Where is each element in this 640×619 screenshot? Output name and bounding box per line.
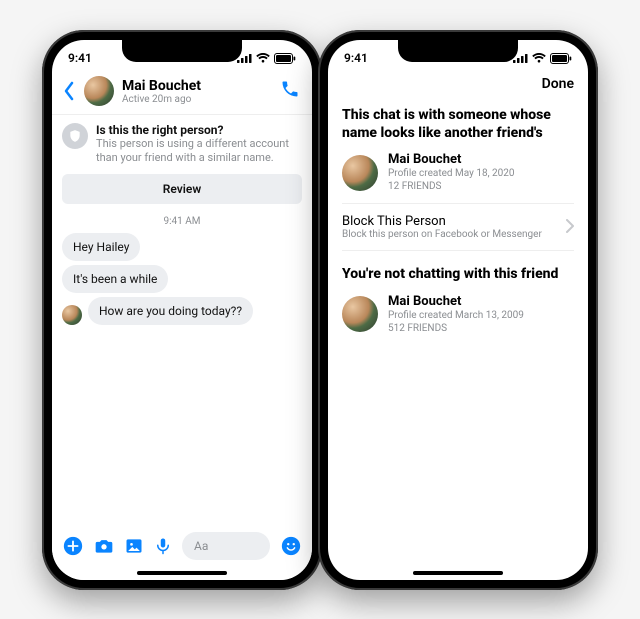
chat-header: Mai Bouchet Active 20m ago bbox=[52, 70, 312, 115]
notch bbox=[122, 40, 242, 62]
message-row: How are you doing today?? bbox=[62, 297, 302, 325]
person-row[interactable]: Mai Bouchet Profile created May 18, 2020… bbox=[342, 152, 574, 193]
wifi-icon bbox=[532, 53, 546, 63]
wifi-icon bbox=[256, 53, 270, 63]
message-placeholder: Aa bbox=[194, 539, 208, 553]
home-indicator[interactable] bbox=[413, 571, 503, 575]
chat-subtitle: Active 20m ago bbox=[122, 94, 272, 105]
time-separator: 9:41 AM bbox=[52, 216, 312, 227]
message-input[interactable]: Aa bbox=[182, 532, 270, 560]
banner-text: Is this the right person? This person is… bbox=[96, 123, 302, 166]
review-button[interactable]: Review bbox=[62, 174, 302, 204]
shield-icon bbox=[62, 123, 88, 149]
done-button[interactable]: Done bbox=[542, 76, 574, 92]
message-list: Hey Hailey It's been a while How are you… bbox=[52, 233, 312, 325]
notch bbox=[398, 40, 518, 62]
person-created: Profile created May 18, 2020 bbox=[388, 167, 515, 180]
mic-icon[interactable] bbox=[154, 536, 172, 556]
back-button[interactable] bbox=[62, 81, 76, 101]
banner-title: Is this the right person? bbox=[96, 123, 302, 137]
block-row[interactable]: Block This Person Block this person on F… bbox=[342, 203, 574, 251]
battery-icon bbox=[274, 53, 296, 64]
photo-icon[interactable] bbox=[124, 536, 144, 556]
screen-chat: 9:41 bbox=[52, 40, 312, 580]
person-name: Mai Bouchet bbox=[388, 294, 524, 309]
status-right bbox=[237, 53, 296, 64]
phone-right: 9:41 Done This chat is with som bbox=[318, 30, 598, 590]
home-indicator[interactable] bbox=[137, 571, 227, 575]
person-name: Mai Bouchet bbox=[388, 152, 515, 167]
message-bubble: It's been a while bbox=[62, 265, 168, 293]
status-time: 9:41 bbox=[68, 51, 92, 65]
chat-avatar[interactable] bbox=[84, 76, 114, 106]
message-bubble: Hey Hailey bbox=[62, 233, 140, 261]
chevron-right-icon bbox=[566, 218, 574, 237]
person-avatar bbox=[342, 155, 378, 191]
section-suspect: This chat is with someone whose name loo… bbox=[328, 100, 588, 347]
message-bubble: How are you doing today?? bbox=[88, 297, 253, 325]
emoji-icon[interactable] bbox=[280, 535, 302, 557]
person-avatar bbox=[342, 296, 378, 332]
screen-details: 9:41 Done This chat is with som bbox=[328, 40, 588, 580]
details-header: Done bbox=[328, 70, 588, 100]
section-heading: You're not chatting with this friend bbox=[342, 265, 574, 283]
person-friends: 512 FRIENDS bbox=[388, 322, 524, 335]
battery-icon bbox=[550, 53, 572, 64]
status-time: 9:41 bbox=[344, 51, 368, 65]
person-friends: 12 FRIENDS bbox=[388, 180, 515, 193]
banner-body: This person is using a different account… bbox=[96, 137, 302, 166]
chat-title: Mai Bouchet bbox=[122, 78, 272, 94]
phone-left: 9:41 bbox=[42, 30, 322, 590]
add-icon[interactable] bbox=[62, 535, 84, 557]
status-right bbox=[513, 53, 572, 64]
person-row[interactable]: Mai Bouchet Profile created March 13, 20… bbox=[342, 294, 574, 335]
call-button[interactable] bbox=[280, 79, 300, 103]
camera-icon[interactable] bbox=[94, 536, 114, 556]
person-created: Profile created March 13, 2009 bbox=[388, 309, 524, 322]
chat-title-block[interactable]: Mai Bouchet Active 20m ago bbox=[122, 78, 272, 105]
safety-banner: Is this the right person? This person is… bbox=[62, 123, 302, 166]
section-heading: This chat is with someone whose name loo… bbox=[342, 106, 574, 142]
block-title: Block This Person bbox=[342, 214, 542, 229]
block-sub: Block this person on Facebook or Messeng… bbox=[342, 229, 542, 240]
message-avatar[interactable] bbox=[62, 305, 82, 325]
